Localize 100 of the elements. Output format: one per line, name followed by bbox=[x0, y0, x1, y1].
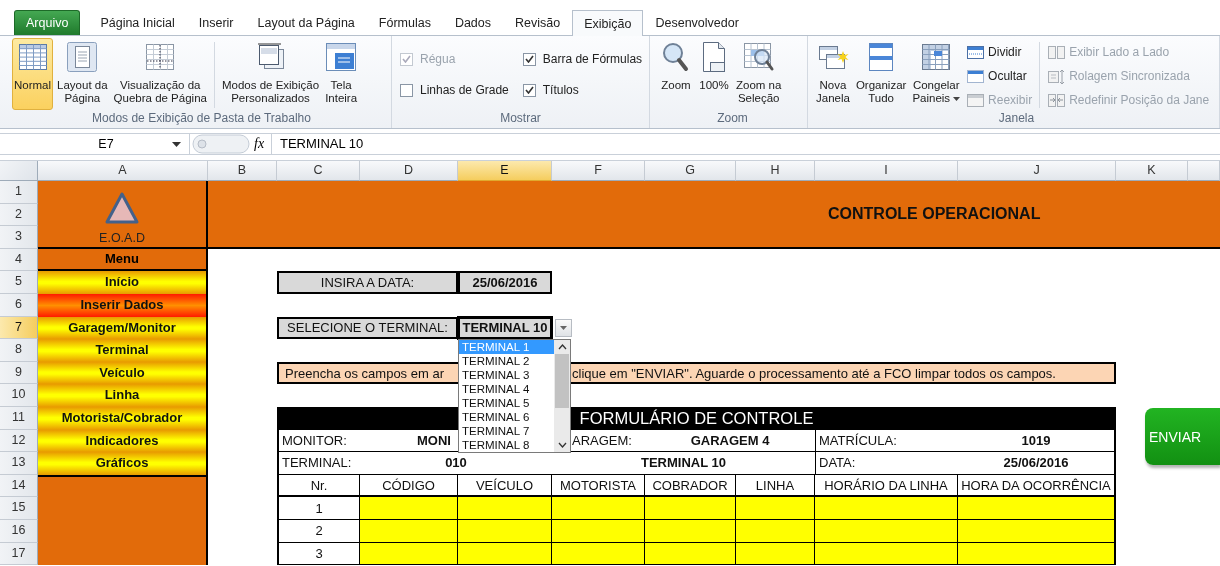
row-header[interactable]: 11 bbox=[0, 406, 38, 430]
ribbon-button[interactable]: Visualização da Quebra de Página bbox=[111, 38, 209, 110]
dropdown-option[interactable]: TERMINAL 6 bbox=[459, 410, 554, 424]
menu-item[interactable]: Garagem/Monitor bbox=[38, 316, 208, 340]
dropdown-option[interactable]: TERMINAL 3 bbox=[459, 368, 554, 382]
checkbox-option[interactable]: Títulos bbox=[522, 79, 643, 101]
entry-cell[interactable] bbox=[958, 497, 1116, 520]
checkbox-option[interactable]: Barra de Fórmulas bbox=[522, 48, 643, 70]
name-box[interactable]: E7 bbox=[10, 134, 190, 154]
row-header[interactable]: 9 bbox=[0, 361, 38, 385]
column-header[interactable]: A bbox=[38, 161, 208, 181]
ribbon-button[interactable]: 100% bbox=[696, 38, 732, 110]
dropdown-option[interactable]: TERMINAL 2 bbox=[459, 354, 554, 368]
checkbox[interactable] bbox=[522, 52, 536, 66]
menu-item[interactable]: Linha bbox=[38, 384, 208, 407]
column-header[interactable]: G bbox=[645, 161, 736, 181]
entry-cell[interactable] bbox=[736, 497, 815, 520]
ribbon-button[interactable]: Zoom bbox=[658, 38, 694, 110]
row-header[interactable]: 13 bbox=[0, 452, 38, 475]
checkbox[interactable] bbox=[400, 83, 413, 97]
ribbon-button[interactable]: Tela Inteira bbox=[323, 38, 360, 110]
menu-item[interactable]: Indicadores bbox=[38, 429, 208, 453]
row-header[interactable]: 7 bbox=[0, 316, 38, 340]
entry-cell[interactable] bbox=[958, 542, 1116, 566]
dropdown-button[interactable] bbox=[555, 318, 572, 337]
date-field[interactable]: 25/06/2016 bbox=[458, 271, 552, 294]
ribbon-tab[interactable]: Desenvolvedor bbox=[643, 10, 751, 35]
ribbon-tab[interactable]: Inserir bbox=[186, 10, 246, 35]
ribbon-button[interactable]: Normal bbox=[12, 38, 54, 110]
menu-item[interactable]: Inserir Dados bbox=[38, 293, 208, 317]
row-header[interactable]: 6 bbox=[0, 293, 38, 317]
column-header[interactable]: B bbox=[208, 161, 277, 181]
row-header[interactable]: 4 bbox=[0, 248, 38, 272]
row-header[interactable]: 1 bbox=[0, 181, 38, 204]
ribbon-button[interactable]: Layout da Página bbox=[55, 38, 110, 110]
row-header[interactable]: 15 bbox=[0, 497, 38, 520]
row-header[interactable]: 14 bbox=[0, 474, 38, 498]
checkbox-option[interactable]: Linhas de Grade bbox=[400, 79, 509, 101]
ribbon-tab[interactable]: Página Inicial bbox=[88, 10, 187, 35]
entry-cell[interactable] bbox=[552, 519, 645, 543]
ribbon-button[interactable]: Ocultar bbox=[964, 66, 1035, 86]
checkbox[interactable] bbox=[522, 83, 536, 97]
menu-item[interactable]: Gráficos bbox=[38, 452, 208, 475]
ribbon-tab[interactable]: Revisão bbox=[503, 10, 573, 35]
column-header[interactable]: K bbox=[1116, 161, 1188, 181]
menu-item[interactable]: Veículo bbox=[38, 361, 208, 385]
ribbon-button[interactable]: Congelar Paineis bbox=[910, 38, 963, 110]
row-header[interactable]: 2 bbox=[0, 203, 38, 227]
entry-cell[interactable] bbox=[815, 542, 958, 566]
column-header[interactable]: C bbox=[277, 161, 360, 181]
row-header[interactable]: 3 bbox=[0, 226, 38, 249]
entry-cell[interactable] bbox=[815, 497, 958, 520]
formula-field[interactable]: TERMINAL 10 bbox=[272, 134, 1220, 154]
entry-cell[interactable] bbox=[645, 497, 736, 520]
entry-cell[interactable] bbox=[736, 519, 815, 543]
ribbon-tab[interactable]: Dados bbox=[442, 10, 504, 35]
row-header[interactable]: 16 bbox=[0, 519, 38, 543]
entry-cell[interactable] bbox=[458, 497, 552, 520]
entry-cell[interactable] bbox=[645, 542, 736, 566]
menu-item[interactable]: Início bbox=[38, 271, 208, 294]
file-tab[interactable]: Arquivo bbox=[14, 10, 81, 35]
row-header[interactable]: 8 bbox=[0, 339, 38, 362]
dropdown-option[interactable]: TERMINAL 4 bbox=[459, 382, 554, 396]
row-header[interactable]: 5 bbox=[0, 271, 38, 294]
column-header[interactable]: D bbox=[360, 161, 458, 181]
ribbon-button[interactable]: Nova Janela bbox=[814, 38, 852, 110]
dropdown-option[interactable]: TERMINAL 8 bbox=[459, 438, 554, 452]
entry-cell[interactable] bbox=[552, 542, 645, 566]
entry-cell[interactable] bbox=[458, 519, 552, 543]
row-header[interactable]: 12 bbox=[0, 429, 38, 453]
row-header[interactable]: 10 bbox=[0, 384, 38, 407]
ribbon-button[interactable]: Zoom na Seleção bbox=[734, 38, 784, 110]
entry-cell[interactable] bbox=[360, 497, 458, 520]
entry-cell[interactable] bbox=[645, 519, 736, 543]
ribbon-button[interactable]: Organizar Tudo bbox=[853, 38, 909, 110]
entry-cell[interactable] bbox=[360, 542, 458, 566]
menu-item[interactable]: Terminal bbox=[38, 339, 208, 362]
terminal-field[interactable]: TERMINAL 10 bbox=[458, 316, 552, 340]
column-header[interactable]: F bbox=[552, 161, 645, 181]
column-header[interactable]: E bbox=[458, 161, 552, 181]
ribbon-button[interactable]: Modos de Exibição Personalizados bbox=[219, 38, 322, 110]
column-header[interactable]: J bbox=[958, 161, 1116, 181]
entry-cell[interactable] bbox=[958, 519, 1116, 543]
entry-cell[interactable] bbox=[458, 542, 552, 566]
column-header[interactable]: H bbox=[736, 161, 815, 181]
scroll-thumb[interactable] bbox=[555, 354, 569, 408]
entry-cell[interactable] bbox=[552, 497, 645, 520]
ribbon-tab[interactable]: Exibição bbox=[572, 10, 644, 36]
row-header[interactable]: 17 bbox=[0, 542, 38, 566]
scroll-bar[interactable] bbox=[554, 340, 570, 452]
entry-cell[interactable] bbox=[736, 542, 815, 566]
menu-item[interactable]: Motorista/Cobrador bbox=[38, 406, 208, 430]
dropdown-list[interactable]: TERMINAL 1 TERMINAL 2 TERMINAL 3 TERMINAL 4 TERMINAL 5 TERMINAL 6 TERMINAL 7 TERMINAL 8 bbox=[458, 339, 571, 453]
insert-function-button[interactable]: fx bbox=[250, 136, 269, 152]
entry-cell[interactable] bbox=[815, 519, 958, 543]
ribbon-tab[interactable]: Layout da Página bbox=[245, 10, 367, 35]
ribbon-button[interactable]: Dividir bbox=[964, 42, 1035, 62]
entry-cell[interactable] bbox=[360, 519, 458, 543]
column-header[interactable]: I bbox=[815, 161, 958, 181]
ribbon-tab[interactable]: Fórmulas bbox=[366, 10, 443, 35]
